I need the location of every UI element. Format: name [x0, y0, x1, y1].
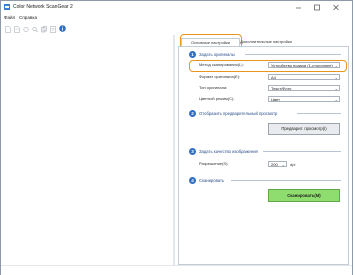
toolbar: [1, 22, 352, 35]
section-3-title: Задать качество изображения: [199, 149, 258, 154]
app-window: Color Network ScanGear 2 Файл Справка Ос…: [0, 0, 353, 275]
copy-icon[interactable]: [41, 26, 47, 33]
menu-file[interactable]: Файл: [4, 15, 15, 20]
section-2-divider: [297, 113, 341, 114]
step-2-badge: 2: [189, 110, 196, 117]
paper-size-value: A4: [271, 75, 276, 80]
settings-pane: Основные настройки Дополнительные настро…: [175, 34, 352, 265]
minimize-button[interactable]: [292, 3, 306, 12]
window-title: Color Network ScanGear 2: [13, 4, 73, 10]
status-bar: [1, 265, 352, 275]
document-icon[interactable]: [14, 26, 20, 33]
step-3-badge: 3: [189, 148, 196, 155]
close-icon: [333, 4, 339, 11]
zoom-icon[interactable]: [32, 26, 38, 33]
tab-content: 1 Задать оригиналы Метод сканирования(L)…: [178, 46, 349, 265]
section-1-divider: [245, 54, 341, 55]
new-document-icon[interactable]: [5, 26, 11, 33]
resolution-value: 200: [271, 162, 278, 167]
preview-button[interactable]: Предварит. просмотр(I): [268, 123, 340, 135]
section-4-title: Сканировать: [199, 178, 225, 183]
scan-button[interactable]: Сканировать(M): [268, 189, 340, 202]
minimize-icon: [296, 7, 301, 9]
section-4-divider: [231, 180, 341, 181]
chevron-down-icon: ⌄: [334, 63, 338, 68]
chevron-down-icon: ⌄: [334, 97, 338, 102]
section-2-title: Отобразить предварительный просмотр: [199, 111, 278, 116]
close-button[interactable]: [329, 3, 343, 12]
section-3-divider: [263, 151, 341, 152]
color-mode-label: Цветной режим(C):: [199, 96, 235, 101]
resolution-label: Разрешение(S):: [199, 161, 229, 166]
chevron-down-icon: ⌄: [334, 75, 338, 80]
original-type-value: Текст/Фото: [271, 86, 292, 91]
color-mode-select[interactable]: Цвет ⌄: [268, 96, 340, 102]
info-icon[interactable]: [59, 25, 66, 32]
step-4-badge: 4: [189, 177, 196, 184]
chevron-down-icon: ⌄: [334, 86, 338, 91]
scan-method-label: Метод сканирования(L):: [199, 62, 244, 67]
paper-size-label: Формат оригинала(E):: [199, 74, 241, 79]
menu-bar: Файл Справка: [1, 14, 352, 22]
app-icon: [4, 4, 10, 10]
preview-area: [2, 35, 173, 265]
menu-help[interactable]: Справка: [19, 15, 37, 20]
rotate-icon[interactable]: [23, 26, 29, 33]
chevron-down-icon: ⌄: [281, 162, 285, 167]
step-1-badge: 1: [189, 51, 196, 58]
color-mode-value: Цвет: [271, 97, 280, 102]
resolution-select[interactable]: 200 ⌄: [268, 161, 287, 167]
title-bar: Color Network ScanGear 2: [1, 1, 352, 14]
paper-size-select[interactable]: A4 ⌄: [268, 74, 340, 80]
maximize-button[interactable]: [310, 3, 324, 12]
pages-icon[interactable]: [50, 26, 56, 33]
section-1-title: Задать оригиналы: [199, 52, 235, 57]
original-type-label: Тип оригинала:: [199, 85, 228, 90]
resolution-unit: dpi: [290, 162, 296, 167]
scan-method-select[interactable]: Устройство подачи (1-стороннее) ⌄: [268, 62, 340, 68]
original-type-select[interactable]: Текст/Фото ⌄: [268, 85, 340, 91]
tab-advanced-settings[interactable]: Дополнительные настройки: [238, 38, 294, 46]
maximize-icon: [314, 4, 320, 11]
scan-method-value: Устройство подачи (1-стороннее): [271, 63, 333, 68]
